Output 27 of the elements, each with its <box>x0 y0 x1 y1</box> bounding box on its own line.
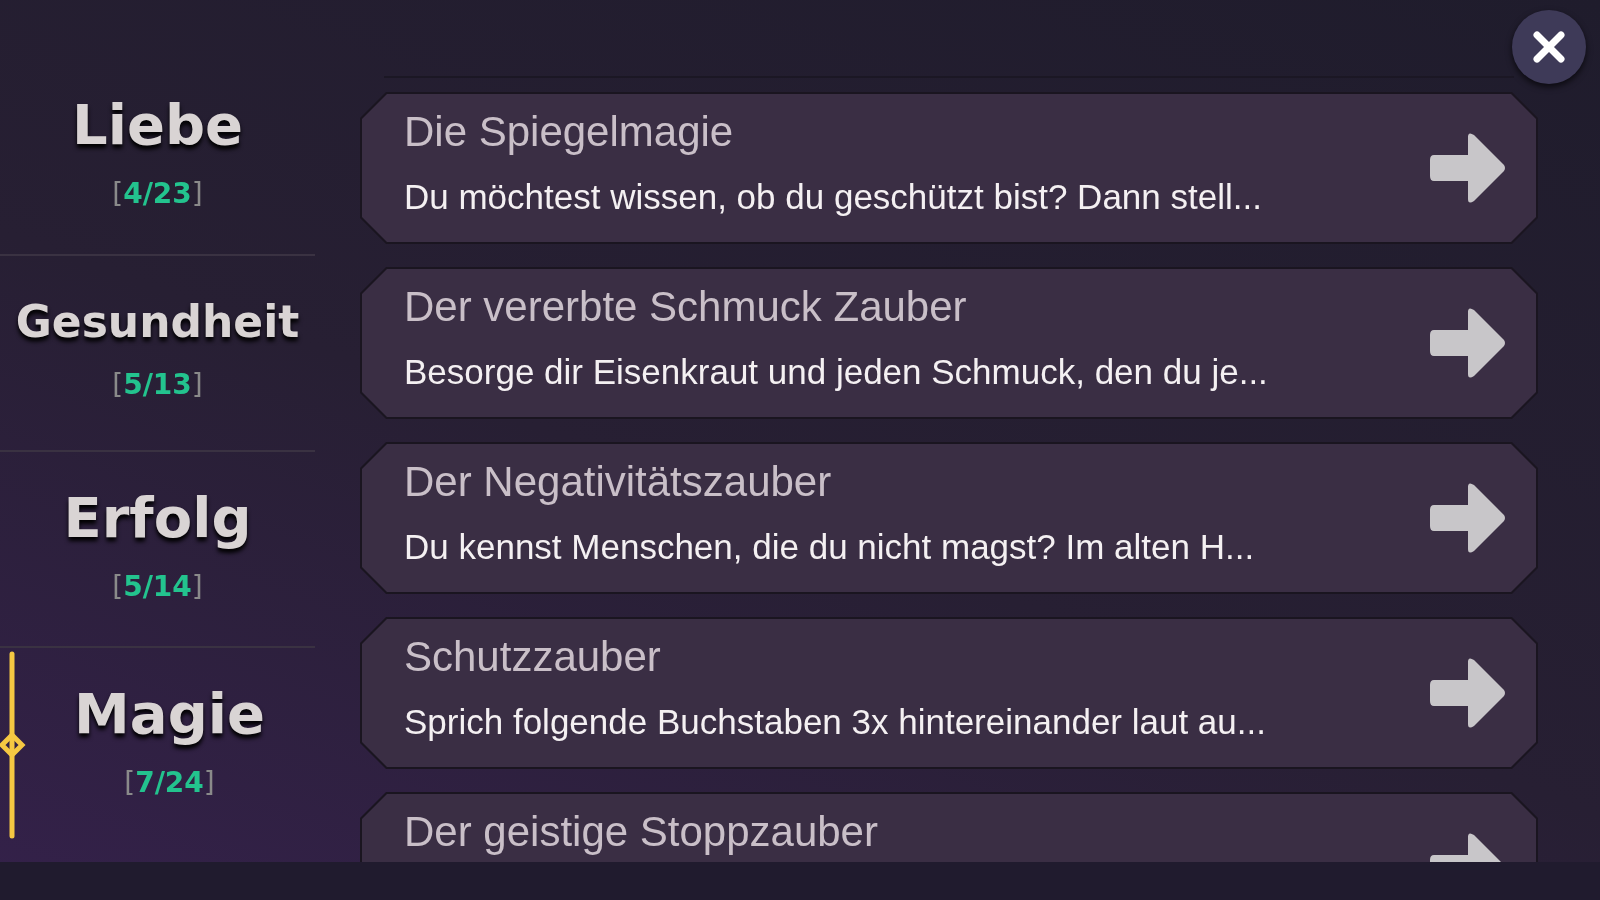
category-count: [7/24] <box>123 765 215 801</box>
category-tab[interactable]: Liebe [4/23] <box>0 58 315 254</box>
category-label: Gesundheit <box>15 300 300 344</box>
spell-title: Der Negativitätszauber <box>404 457 833 507</box>
spell-card[interactable]: Der geistige Stoppzauber <box>360 792 1538 862</box>
selection-marker-icon <box>0 650 26 840</box>
close-button[interactable] <box>1512 10 1586 84</box>
spell-title: Der geistige Stoppzauber <box>404 807 879 857</box>
close-icon <box>1532 30 1566 64</box>
category-tab[interactable]: Magie [7/24] <box>0 646 315 842</box>
spell-card[interactable]: Die Spiegelmagie Du möchtest wissen, ob du geschützt bist? Dann stell... <box>360 92 1538 244</box>
category-count: [4/23] <box>112 176 203 212</box>
category-count: [5/13] <box>112 367 203 403</box>
spell-card[interactable]: Der vererbte Schmuck Zauber Besorge dir Eisenkraut und jeden Schmuck, den du je... <box>360 267 1538 419</box>
spell-title: Der vererbte Schmuck Zauber <box>404 282 968 332</box>
spell-description: Du kennst Menschen, die du nicht magst? Im alten H... <box>404 525 1256 568</box>
spell-title: Schutzzauber <box>404 632 662 682</box>
spell-card[interactable]: Schutzzauber Sprich folgende Buchstaben 3x hintereinander laut au... <box>360 617 1538 769</box>
spell-description: Sprich folgende Buchstaben 3x hintereinander laut au... <box>404 700 1267 743</box>
spell-description: Besorge dir Eisenkraut und jeden Schmuck, den du je... <box>404 350 1269 393</box>
spell-description: Du möchtest wissen, ob du geschützt bist? Dann stell... <box>404 175 1263 218</box>
spell-title: Die Spiegelmagie <box>404 107 735 157</box>
category-label: Liebe <box>72 97 243 153</box>
category-tab[interactable]: Erfolg [5/14] <box>0 450 315 646</box>
spell-card[interactable]: Der Negativitätszauber Du kennst Menschen, die du nicht magst? Im alten H... <box>360 442 1538 594</box>
category-tab[interactable]: Gesundheit [5/13] <box>0 254 315 450</box>
category-count: [5/14] <box>112 569 203 605</box>
